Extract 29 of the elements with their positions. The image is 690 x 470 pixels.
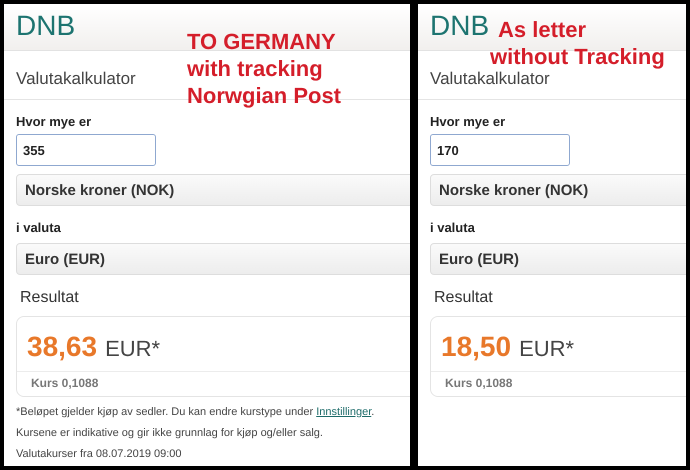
result-amount: 18,50 bbox=[441, 331, 512, 363]
annotation-text: As letter bbox=[498, 16, 586, 43]
field-label: i valuta bbox=[430, 220, 476, 235]
amount-input[interactable]: 170 bbox=[430, 134, 570, 166]
note-text: Kursene er indikative og gir ikke grunnlag for kjøp og/eller salg. bbox=[16, 427, 324, 439]
result-amount: 38,63 bbox=[27, 331, 98, 363]
annotation-text: Norwgian Post bbox=[187, 82, 342, 109]
currency-dropdown[interactable]: Euro (EUR) bbox=[430, 243, 686, 275]
annotation-text: TO GERMANY bbox=[187, 28, 336, 55]
field-label: Hvor mye er bbox=[430, 114, 506, 129]
result-currency: EUR* bbox=[105, 336, 160, 362]
note-text: Valutakurser fra 08.07.2019 09:00 bbox=[16, 448, 183, 460]
logo: DNB bbox=[430, 10, 490, 42]
result-heading: Resultat bbox=[20, 289, 80, 307]
field-label: Hvor mye er bbox=[16, 114, 92, 129]
logo: DNB bbox=[16, 10, 76, 42]
currency-dropdown[interactable]: Euro (EUR) bbox=[16, 243, 410, 275]
footnote-text: *Beløpet gjelder kjøp av sedler. Du kan endre kurstype under Innstillinger. bbox=[16, 406, 376, 418]
exchange-rate: Kurs 0,1088 bbox=[30, 375, 100, 392]
currency-dropdown[interactable]: Norske kroner (NOK) bbox=[16, 174, 410, 206]
result-currency: EUR* bbox=[519, 336, 574, 362]
field-label: i valuta bbox=[16, 220, 62, 235]
currency-dropdown[interactable]: Norske kroner (NOK) bbox=[430, 174, 686, 206]
settings-link[interactable]: Innstillinger bbox=[316, 406, 372, 418]
amount-input[interactable]: 355 bbox=[16, 134, 156, 166]
annotation-text: with tracking bbox=[187, 55, 323, 82]
annotation-text: without Tracking bbox=[490, 43, 665, 70]
exchange-rate: Kurs 0,1088 bbox=[444, 375, 514, 392]
result-heading: Resultat bbox=[434, 289, 494, 307]
